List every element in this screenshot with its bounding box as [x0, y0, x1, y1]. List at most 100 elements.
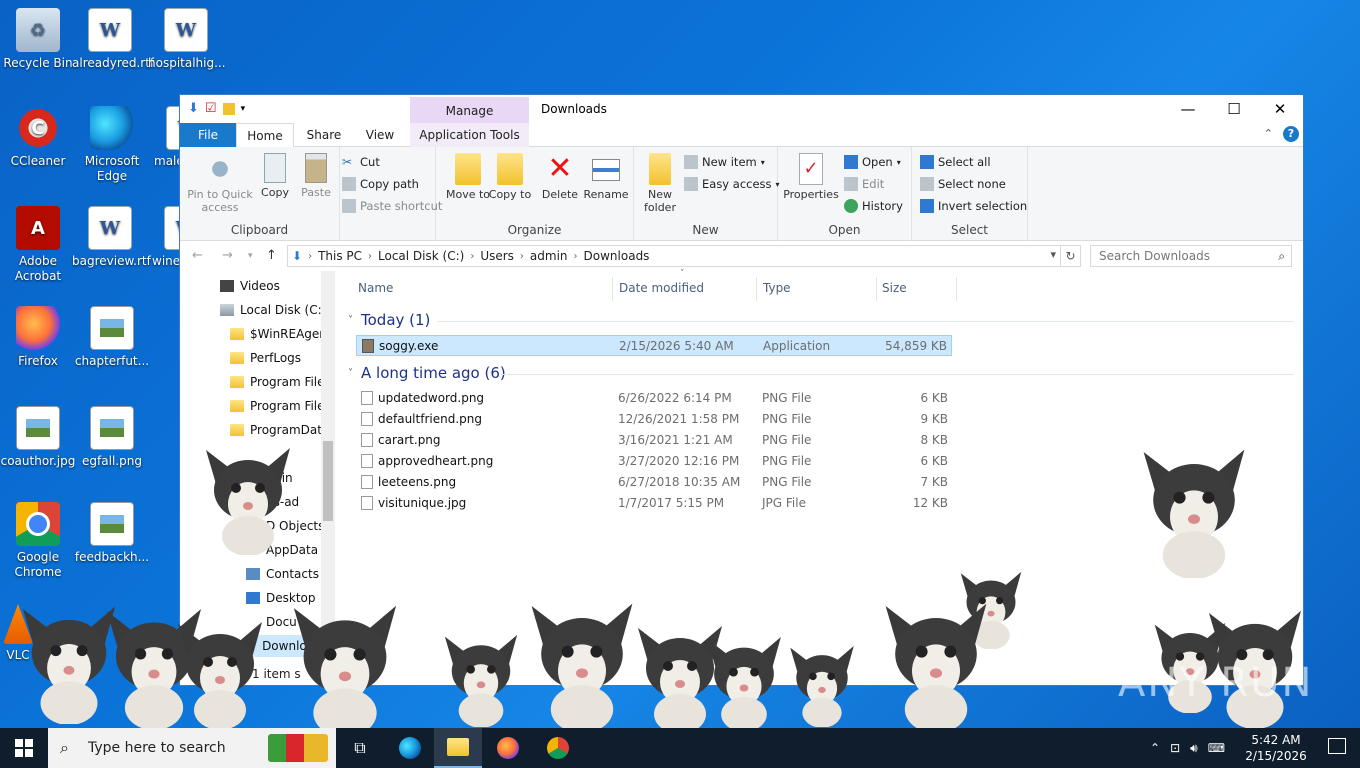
paste-button[interactable]: Paste — [298, 153, 334, 199]
tab-view[interactable]: View — [356, 123, 404, 147]
nav-item-local-disk[interactable]: Local Disk (C:) — [220, 299, 326, 321]
select-none-button[interactable]: Select none — [920, 177, 1006, 191]
maximize-button[interactable]: ☐ — [1211, 95, 1257, 123]
cat-sticker — [198, 440, 298, 555]
history-button[interactable]: History — [844, 199, 903, 213]
column-header-date[interactable]: Date modified — [619, 281, 704, 295]
help-icon[interactable]: ? — [1283, 126, 1299, 142]
close-button[interactable]: ✕ — [1257, 95, 1303, 123]
taskbar-file-explorer-button[interactable] — [434, 728, 482, 768]
cut-button[interactable]: ✂ Cut — [342, 155, 380, 169]
column-header-type[interactable]: Type — [763, 281, 791, 295]
column-header-name[interactable]: Name — [358, 281, 393, 295]
breadcrumb-segment[interactable]: Users — [480, 249, 514, 263]
manage-tab[interactable]: Manage — [410, 97, 529, 125]
table-row[interactable]: updatedword.png 6/26/2022 6:14 PM PNG Fi… — [356, 388, 952, 409]
taskbar-firefox-button[interactable] — [484, 728, 532, 768]
nav-item-winreagent[interactable]: $WinREAgent — [230, 323, 332, 345]
table-row[interactable]: defaultfriend.png 12/26/2021 1:58 PM PNG… — [356, 409, 952, 430]
group-header-today[interactable]: ˅ Today (1) — [348, 311, 430, 329]
desktop-icon-recycle-bin[interactable]: ♻ Recycle Bin — [0, 8, 76, 71]
task-view-button[interactable]: ⧉ — [336, 728, 384, 768]
copy-to-button[interactable]: Copy to — [488, 153, 532, 201]
copy-button[interactable]: Copy — [258, 153, 292, 199]
new-folder-icon[interactable] — [222, 102, 235, 115]
table-row[interactable]: approvedheart.png 3/27/2020 12:16 PM PNG… — [356, 451, 952, 472]
desktop-icon-edge[interactable]: Microsoft Edge — [74, 106, 150, 184]
easy-access-button[interactable]: Easy access ▾ — [684, 177, 780, 191]
nav-item-videos[interactable]: Videos — [220, 275, 280, 297]
search-input[interactable]: Search Downloads ⌕ — [1090, 245, 1292, 267]
taskbar-clock[interactable]: 5:42 AM 2/15/2026 — [1240, 732, 1312, 764]
desktop-icon-firefox[interactable]: Firefox — [0, 306, 76, 369]
recent-chevron-icon[interactable]: ▾ — [248, 251, 253, 261]
table-row[interactable]: leeteens.png 6/27/2018 10:35 AM PNG File… — [356, 472, 952, 493]
notifications-icon[interactable] — [1328, 738, 1346, 754]
ime-icon[interactable]: ⌨︎ — [1208, 741, 1225, 755]
back-arrow-icon[interactable]: ← — [192, 248, 203, 263]
properties-button[interactable]: ✓ Properties — [782, 153, 840, 201]
table-row[interactable]: soggy.exe 2/15/2026 5:40 AM Application … — [356, 335, 952, 356]
taskbar-chrome-button[interactable] — [534, 728, 582, 768]
invert-selection-button[interactable]: Invert selection — [920, 199, 1027, 213]
start-button[interactable] — [0, 728, 48, 768]
nav-item-program-files-x86[interactable]: Program Files — [230, 395, 331, 417]
nav-item-perflogs[interactable]: PerfLogs — [230, 347, 301, 369]
breadcrumb[interactable]: ⬇ › This PC › Local Disk (C:) › Users › … — [287, 245, 1061, 267]
delete-button[interactable]: ✕ Delete — [538, 153, 582, 202]
refresh-button[interactable]: ↻ — [1061, 245, 1081, 267]
group-header-long-ago[interactable]: ˅ A long time ago (6) — [348, 364, 506, 382]
desktop-icon-acrobat[interactable]: A Adobe Acrobat — [0, 206, 76, 284]
breadcrumb-segment[interactable]: This PC — [318, 249, 362, 263]
pin-to-quick-access-button[interactable]: Pin to Quick access — [186, 153, 254, 214]
table-row[interactable]: carart.png 3/16/2021 1:21 AM PNG File 8 … — [356, 430, 952, 451]
move-to-button[interactable]: Move to — [444, 153, 492, 201]
select-group: Select all Select none Invert selection … — [912, 147, 1028, 241]
minimize-button[interactable]: — — [1165, 95, 1211, 123]
paste-shortcut-button[interactable]: Paste shortcut — [342, 199, 442, 213]
desktop-icon-bagreview[interactable]: W bagreview.rtf — [72, 206, 151, 269]
new-folder-button[interactable]: New folder — [640, 153, 680, 214]
select-all-button[interactable]: Select all — [920, 155, 991, 169]
chevron-down-icon[interactable]: ▾ — [241, 104, 246, 114]
taskbar-edge-button[interactable] — [386, 728, 434, 768]
desktop-icon-hospitalhig[interactable]: W hospitalhig... — [148, 8, 226, 71]
desktop-icon-chrome[interactable]: Google Chrome — [0, 502, 76, 580]
forward-arrow-icon[interactable]: → — [222, 248, 233, 263]
scrollbar-thumb[interactable] — [323, 441, 333, 521]
nav-item-program-files[interactable]: Program Files — [230, 371, 331, 393]
desktop-icon-chapterfut[interactable]: chapterfut... — [74, 306, 150, 369]
address-dropdown-icon[interactable]: ▾ — [1050, 248, 1056, 261]
desktop-icon-egfall[interactable]: egfall.png — [74, 406, 150, 469]
tab-application-tools[interactable]: Application Tools — [410, 123, 529, 147]
taskbar-search-box[interactable]: ⌕ Type here to search — [48, 728, 336, 768]
breadcrumb-segment[interactable]: Local Disk (C:) — [378, 249, 464, 263]
up-arrow-icon[interactable]: ↑ — [266, 248, 277, 263]
file-type: Application — [763, 339, 831, 353]
tab-file[interactable]: File — [180, 123, 236, 147]
nav-item-contacts[interactable]: Contacts — [246, 563, 319, 585]
column-header-size[interactable]: Size — [882, 281, 907, 295]
copy-path-button[interactable]: Copy path — [342, 177, 419, 191]
desktop-icon-coauthor[interactable]: coauthor.jpg — [0, 406, 76, 469]
tab-share[interactable]: Share — [300, 123, 348, 147]
desktop-icon-wine[interactable]: W wine — [148, 206, 182, 269]
edit-button[interactable]: Edit — [844, 177, 884, 191]
breadcrumb-segment[interactable]: Downloads — [584, 249, 650, 263]
chevron-up-icon[interactable]: ⌃ — [1150, 741, 1160, 755]
breadcrumb-segment[interactable]: admin — [530, 249, 568, 263]
new-item-button[interactable]: New item ▾ — [684, 155, 765, 169]
collapse-ribbon-icon[interactable]: ⌃ — [1264, 127, 1273, 140]
open-button[interactable]: Open ▾ — [844, 155, 901, 169]
network-icon[interactable]: ⊡ — [1170, 741, 1180, 755]
table-row[interactable]: visitunique.jpg 1/7/2017 5:15 PM JPG Fil… — [356, 493, 952, 514]
desktop-icon-feedbackh[interactable]: feedbackh... — [74, 502, 150, 565]
tab-home[interactable]: Home — [236, 123, 294, 148]
desktop-icon-ccleaner[interactable]: C CCleaner — [0, 106, 76, 169]
nav-item-programdata[interactable]: ProgramData — [230, 419, 329, 441]
rename-button[interactable]: Rename — [582, 153, 630, 201]
desktop-icon-alreadyred[interactable]: W alreadyred.rtf — [72, 8, 154, 71]
properties-icon[interactable]: ☑ — [205, 101, 217, 116]
volume-icon[interactable]: 🔊︎ — [1190, 741, 1198, 756]
down-arrow-icon[interactable]: ⬇ — [188, 101, 199, 116]
